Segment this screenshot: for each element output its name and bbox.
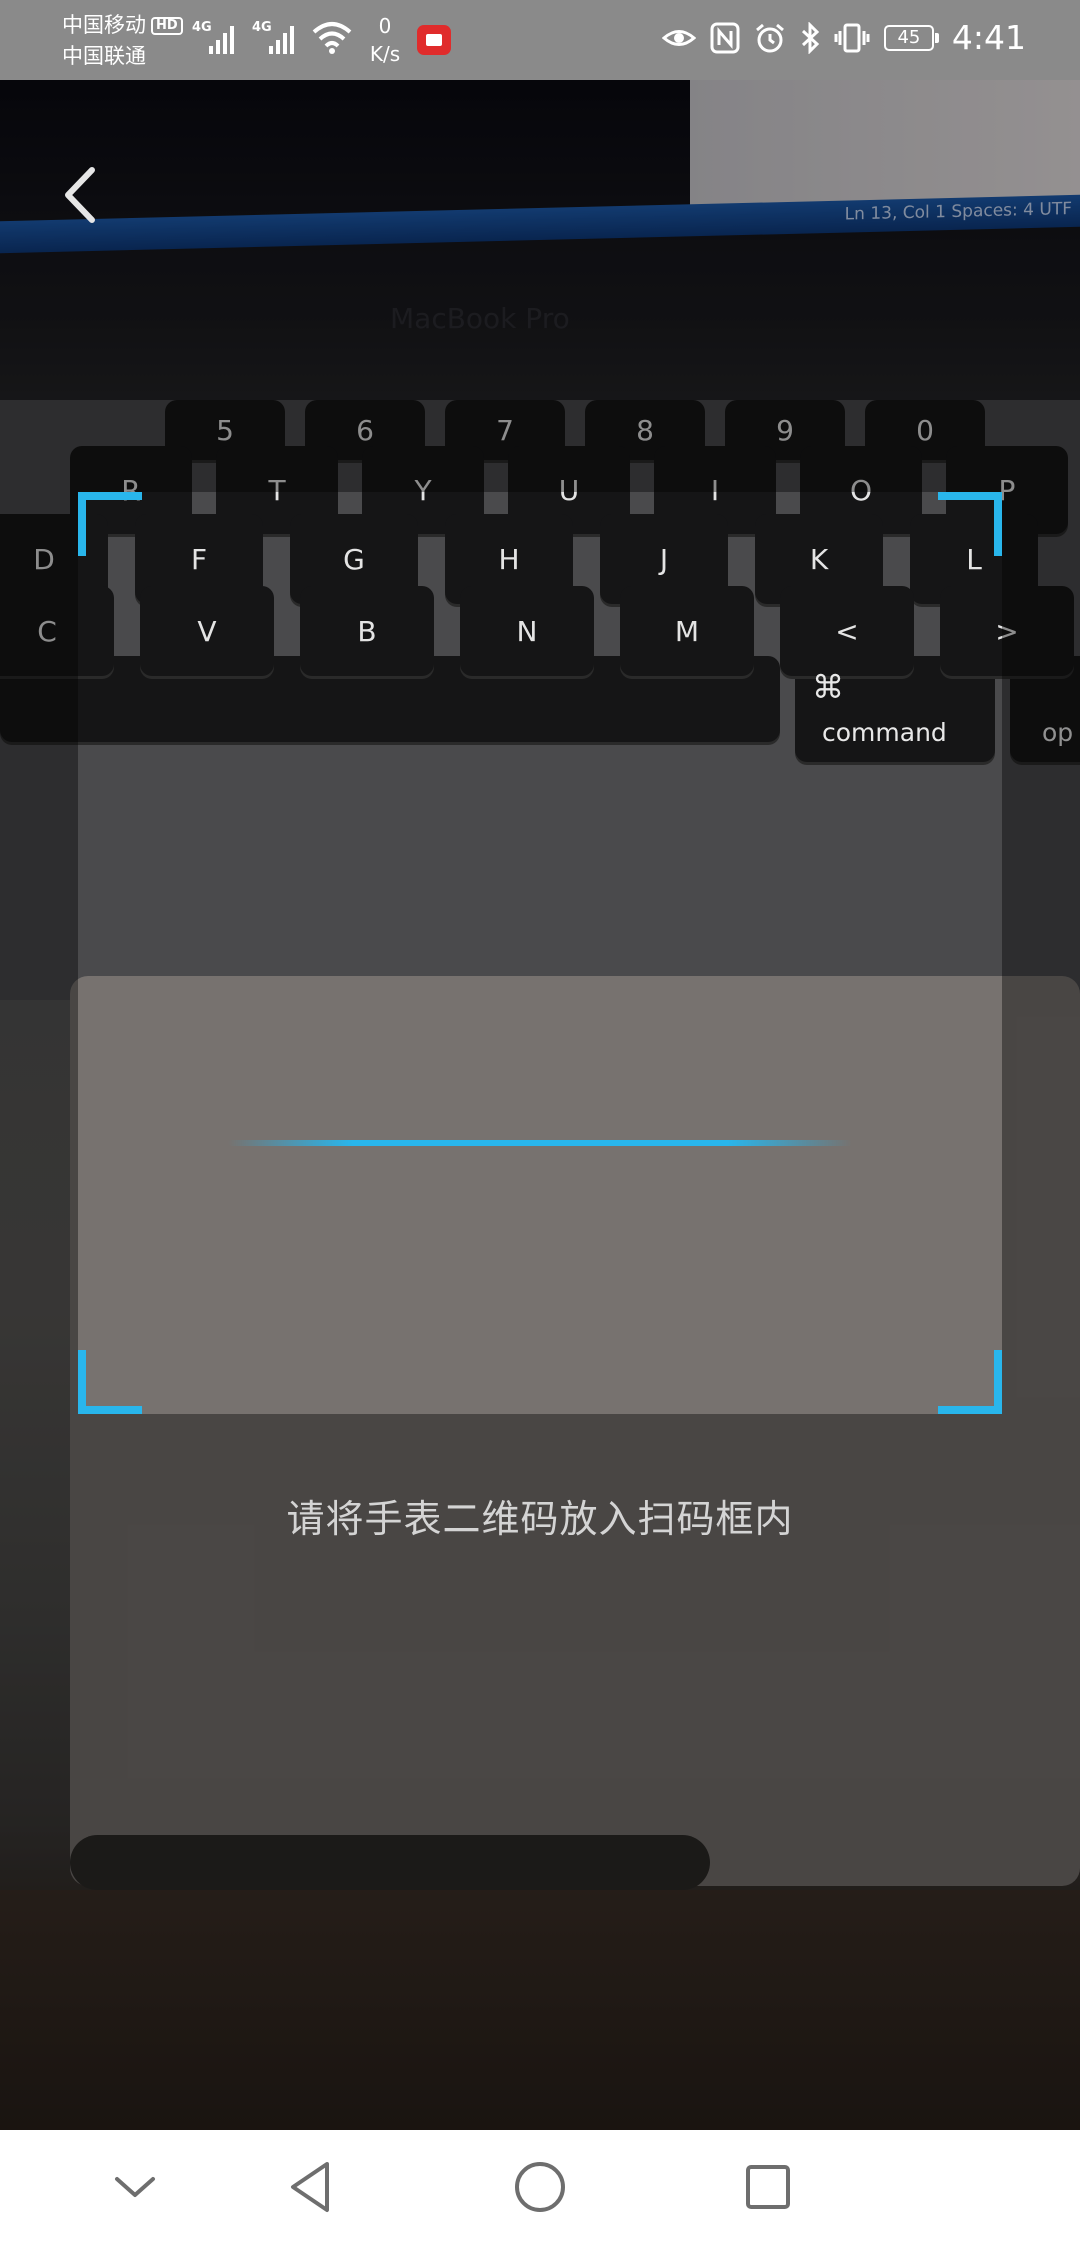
screen-recording-icon (417, 25, 451, 55)
status-bar: 中国移动 HD 中国联通 4G 4G 0 K/s 45 4:41 (0, 0, 1080, 80)
scan-frame-corner-bottom-left (78, 1350, 142, 1414)
vibrate-icon (834, 23, 870, 52)
carrier-2-label: 中国联通 (62, 44, 146, 68)
sim1-signal: 4G (192, 18, 240, 58)
alarm-icon (755, 23, 784, 52)
status-icons-right: 45 4:41 (661, 18, 1026, 57)
chevron-left-icon (65, 167, 95, 223)
scan-hint-text: 请将手表二维码放入扫码框内 (286, 1497, 794, 1541)
carrier-1-label: 中国移动 (62, 13, 146, 37)
nfc-icon (710, 22, 740, 53)
scan-frame (78, 492, 1002, 1414)
back-button[interactable] (50, 160, 110, 230)
network-speed-value: 0 (378, 14, 392, 38)
recents-square-icon (746, 2165, 790, 2209)
home-circle-icon (515, 2162, 565, 2212)
status-time: 4:41 (951, 18, 1026, 57)
scan-frame-corner-top-right (938, 492, 1002, 556)
network-speed-unit: K/s (369, 42, 401, 66)
scan-mask-left (0, 492, 78, 1414)
wifi-icon (312, 22, 352, 54)
scan-mask-top (0, 80, 1080, 492)
network-speed: 0 K/s (362, 12, 408, 68)
hd-badge: HD (151, 16, 183, 35)
qr-scanner-screen: 中国移动 HD 中国联通 4G 4G 0 K/s 45 4:41 Ln 13, … (0, 0, 1080, 2244)
nav-recents-button[interactable] (708, 2130, 828, 2244)
collapse-chevron-icon (115, 2177, 155, 2197)
nav-back-button[interactable] (250, 2130, 370, 2244)
back-triangle-icon (291, 2162, 329, 2212)
sim2-signal: 4G (252, 18, 300, 58)
scan-line (228, 1140, 852, 1146)
scan-frame-corner-top-left (78, 492, 142, 556)
bluetooth-icon (801, 21, 820, 54)
scan-mask-right (1002, 492, 1080, 1414)
eye-comfort-icon (661, 29, 696, 46)
signal-bars-icon (209, 26, 234, 54)
carrier-info: 中国移动 HD 中国联通 (62, 10, 183, 72)
scan-frame-corner-bottom-right (938, 1350, 1002, 1414)
nav-home-button[interactable] (480, 2130, 600, 2244)
system-navigation-bar (0, 2130, 1080, 2244)
signal-bars-icon (269, 26, 294, 54)
signal-indicators: 4G 4G (192, 18, 300, 58)
battery-icon: 45 (883, 24, 939, 51)
nav-collapse-button[interactable] (75, 2130, 195, 2244)
